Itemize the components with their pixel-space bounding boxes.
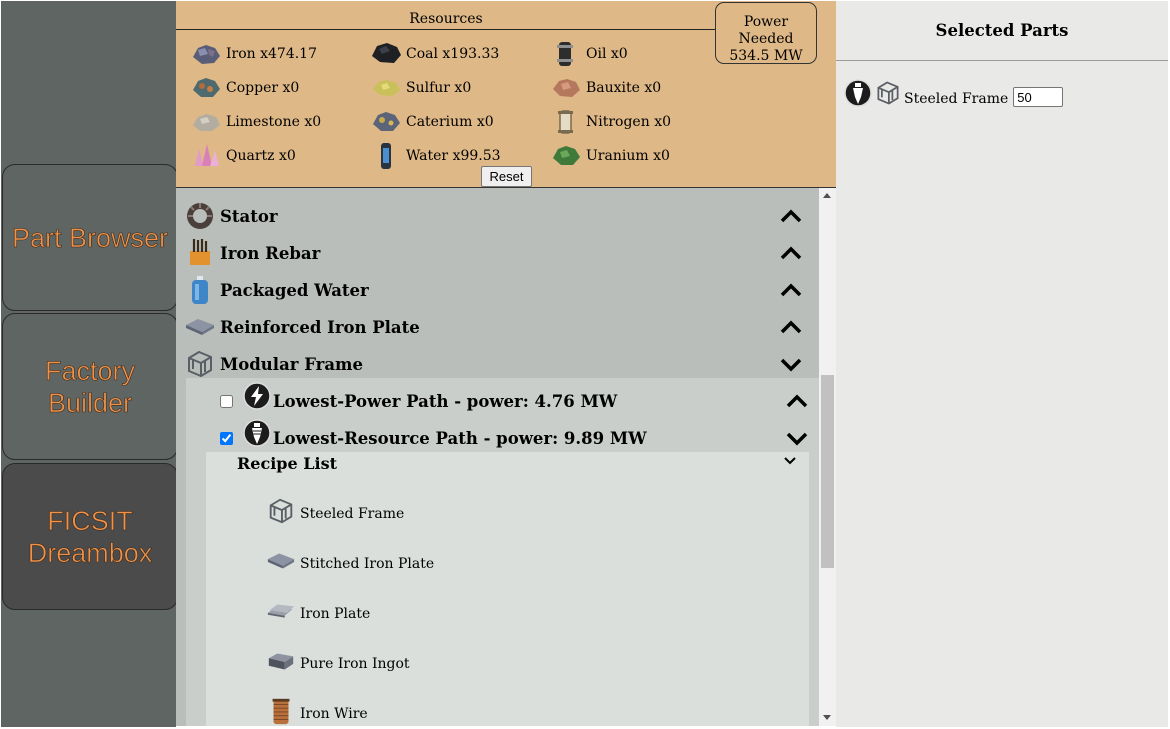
oil-icon bbox=[557, 42, 573, 66]
nav-part-browser-label: Part Browser bbox=[11, 222, 169, 253]
part-name: Stator bbox=[220, 206, 278, 226]
path-checkbox-lowest-resource[interactable] bbox=[220, 431, 233, 445]
resource-iron: Iron x474.17 bbox=[190, 39, 317, 69]
nitrogen-icon bbox=[558, 110, 573, 134]
recipe-item-label: Stitched Iron Plate bbox=[300, 556, 435, 572]
reinforced-iron-plate-icon bbox=[186, 319, 214, 335]
coal-icon bbox=[372, 43, 401, 63]
power-needed-label: Power Needed bbox=[738, 14, 794, 47]
resource-limestone: Limestone x0 bbox=[190, 107, 321, 137]
stator-icon bbox=[187, 203, 213, 229]
chevron-down-icon[interactable] bbox=[783, 456, 797, 466]
iron-wire-icon bbox=[272, 698, 290, 725]
selected-part-label: Steeled Frame bbox=[904, 91, 1009, 107]
recipe-item[interactable]: Iron Plate bbox=[266, 588, 370, 622]
bauxite-icon bbox=[553, 79, 580, 97]
recipe-item[interactable]: Pure Iron Ingot bbox=[266, 638, 410, 672]
selected-parts-title: Selected Parts bbox=[935, 21, 1069, 40]
copper-ore-icon bbox=[193, 78, 220, 97]
recipe-list-title: Recipe List bbox=[237, 454, 337, 473]
scroll-up-arrow-icon[interactable] bbox=[823, 193, 831, 198]
part-list: Stator Iron Rebar Packaged Water Reinfor… bbox=[176, 188, 819, 726]
selected-part-item: Steeled Frame bbox=[844, 79, 1064, 107]
part-name: Iron Rebar bbox=[220, 243, 321, 263]
path-row-lowest-resource: Lowest-Resource Path - power: 9.89 MW bbox=[186, 419, 819, 456]
quartz-icon bbox=[195, 144, 219, 166]
drill-icon bbox=[243, 419, 271, 447]
part-row-reinforced-iron-plate[interactable]: Reinforced Iron Plate bbox=[184, 310, 814, 344]
nav-part-browser-button[interactable]: Part Browser bbox=[2, 164, 178, 311]
nav-factory-builder-button[interactable]: Factory Builder bbox=[2, 313, 178, 460]
sulfur-icon bbox=[373, 80, 400, 96]
part-row-iron-rebar[interactable]: Iron Rebar bbox=[184, 236, 814, 270]
recipe-item[interactable]: Stitched Iron Plate bbox=[266, 538, 434, 572]
chevron-up-icon[interactable] bbox=[784, 390, 810, 412]
power-needed-value: 534.5 MW bbox=[729, 48, 803, 64]
chevron-up-icon[interactable] bbox=[778, 316, 804, 338]
recipe-item-label: Iron Plate bbox=[300, 606, 371, 622]
reinforced-iron-plate-icon bbox=[267, 553, 295, 569]
recipe-item[interactable]: Iron Wire bbox=[266, 688, 368, 725]
nav-ficsit-dreambox-label: FICSIT Dreambox bbox=[27, 505, 153, 568]
resources-title: Resources bbox=[409, 11, 483, 27]
resource-uranium: Uranium x0 bbox=[550, 141, 670, 171]
resource-bauxite: Bauxite x0 bbox=[550, 73, 661, 103]
resource-nitrogen: Nitrogen x0 bbox=[550, 107, 671, 137]
part-row-stator[interactable]: Stator bbox=[184, 199, 814, 233]
drill-icon bbox=[844, 79, 872, 107]
caterium-ore-icon bbox=[373, 112, 400, 131]
recipe-item-label: Steeled Frame bbox=[300, 506, 405, 522]
part-list-scrollbar[interactable] bbox=[819, 188, 836, 726]
modular-frame-icon bbox=[877, 81, 899, 105]
chevron-down-icon[interactable] bbox=[784, 427, 810, 449]
resources-divider bbox=[176, 29, 716, 30]
chevron-up-icon[interactable] bbox=[778, 242, 804, 264]
uranium-icon bbox=[553, 146, 580, 165]
scrollbar-thumb[interactable] bbox=[821, 375, 834, 568]
resource-coal: Coal x193.33 bbox=[370, 39, 499, 69]
lightning-icon bbox=[243, 382, 271, 410]
path-checkbox-lowest-power[interactable] bbox=[220, 394, 233, 408]
selected-part-quantity-input[interactable] bbox=[1013, 87, 1064, 107]
recipe-item-label: Pure Iron Ingot bbox=[300, 656, 410, 672]
modular-frame-icon bbox=[188, 350, 212, 378]
resource-oil: Oil x0 bbox=[550, 39, 628, 69]
recipe-item-label: Iron Wire bbox=[300, 706, 368, 722]
chevron-up-icon[interactable] bbox=[778, 279, 804, 301]
part-name: Reinforced Iron Plate bbox=[220, 317, 420, 337]
resources-panel: Resources Iron x474.17 Coal x193.33 Oil … bbox=[176, 1, 836, 188]
nav-ficsit-dreambox-button[interactable]: FICSIT Dreambox bbox=[2, 463, 178, 610]
path-label: Lowest-Resource Path - power: 9.89 MW bbox=[273, 428, 647, 448]
iron-ingot-icon bbox=[268, 653, 294, 670]
path-row-lowest-power: Lowest-Power Path - power: 4.76 MW bbox=[186, 382, 819, 419]
nav-factory-builder-label: Factory Builder bbox=[44, 355, 136, 418]
chevron-up-icon[interactable] bbox=[778, 205, 804, 227]
part-name: Modular Frame bbox=[220, 354, 363, 374]
resource-copper: Copper x0 bbox=[190, 73, 299, 103]
water-icon bbox=[381, 143, 391, 169]
modular-frame-icon bbox=[269, 498, 293, 524]
part-row-packaged-water[interactable]: Packaged Water bbox=[184, 273, 814, 307]
resource-sulfur: Sulfur x0 bbox=[370, 73, 471, 103]
path-label: Lowest-Power Path - power: 4.76 MW bbox=[273, 391, 618, 411]
power-needed-box: Power Needed 534.5 MW bbox=[715, 2, 817, 64]
scroll-down-arrow-icon[interactable] bbox=[823, 715, 831, 720]
resource-caterium: Caterium x0 bbox=[370, 107, 494, 137]
iron-ore-icon bbox=[193, 45, 220, 64]
resource-quartz: Quartz x0 bbox=[190, 141, 296, 171]
iron-plate-icon bbox=[267, 604, 295, 618]
packaged-water-icon bbox=[192, 276, 208, 304]
selected-parts-panel: Selected Parts Steeled Frame bbox=[836, 1, 1168, 727]
selected-parts-divider bbox=[836, 60, 1168, 61]
chevron-down-icon[interactable] bbox=[778, 353, 804, 375]
limestone-icon bbox=[193, 114, 220, 131]
part-row-modular-frame[interactable]: Modular Frame bbox=[184, 347, 814, 381]
recipe-list: Recipe List Steeled Frame Stitched Iron … bbox=[206, 452, 809, 726]
iron-rebar-icon bbox=[190, 239, 210, 265]
recipe-item[interactable]: Steeled Frame bbox=[266, 488, 405, 524]
reset-button[interactable]: Reset bbox=[481, 166, 532, 187]
part-name: Packaged Water bbox=[220, 280, 369, 300]
